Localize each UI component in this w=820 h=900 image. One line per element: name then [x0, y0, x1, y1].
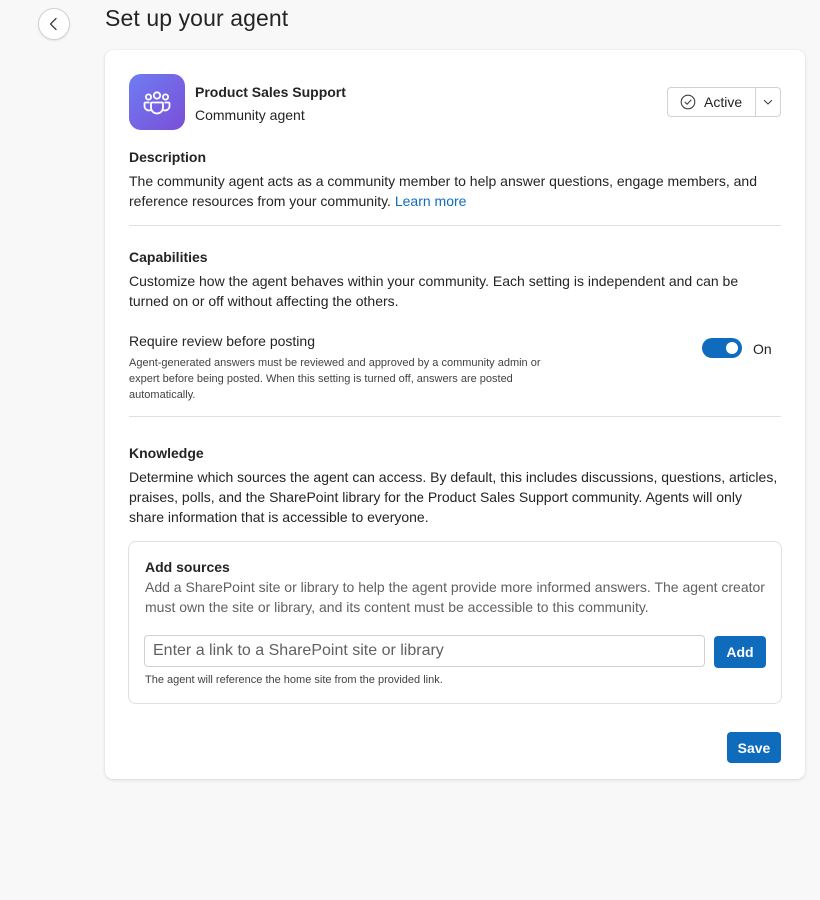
capabilities-text: Customize how the agent behaves within y… [129, 273, 739, 309]
add-sources-text: Add a SharePoint site or library to help… [145, 579, 765, 615]
back-button[interactable] [38, 8, 70, 40]
chevron-left-icon [49, 17, 57, 31]
review-setting-title: Require review before posting [129, 333, 315, 349]
review-setting-description: Agent-generated answers must be reviewed… [129, 357, 541, 401]
people-community-icon [143, 91, 171, 115]
agent-avatar [129, 74, 185, 130]
capabilities-heading: Capabilities [129, 249, 208, 265]
add-sources-panel: Add sources Add a SharePoint site or lib… [128, 541, 782, 704]
save-button[interactable]: Save [727, 732, 781, 763]
description-text: The community agent acts as a community … [129, 171, 779, 211]
sharepoint-link-input[interactable] [144, 635, 705, 667]
add-source-button[interactable]: Add [714, 636, 766, 668]
add-sources-title: Add sources [145, 559, 230, 575]
description-heading: Description [129, 149, 207, 165]
agent-type: Community agent [195, 107, 305, 123]
toggle-knob [726, 342, 738, 354]
status-label: Active [704, 94, 743, 110]
status-dropdown-toggle[interactable] [755, 88, 780, 116]
review-toggle[interactable] [702, 338, 742, 358]
toggle-state-label: On [753, 341, 772, 357]
agent-name: Product Sales Support [195, 84, 346, 100]
knowledge-heading: Knowledge [129, 445, 204, 461]
agent-setup-card: Product Sales Support Community agent Ac… [105, 50, 805, 779]
section-divider [129, 416, 781, 417]
section-divider [129, 225, 781, 226]
page-title: Set up your agent [105, 5, 289, 31]
status-button[interactable]: Active [668, 88, 755, 116]
learn-more-link[interactable]: Learn more [395, 193, 467, 209]
knowledge-text: Determine which sources the agent can ac… [129, 469, 778, 525]
status-dropdown[interactable]: Active [667, 87, 781, 117]
checkmark-circle-icon [680, 94, 696, 110]
chevron-down-icon [763, 99, 773, 105]
input-hint: The agent will reference the home site f… [145, 674, 443, 686]
